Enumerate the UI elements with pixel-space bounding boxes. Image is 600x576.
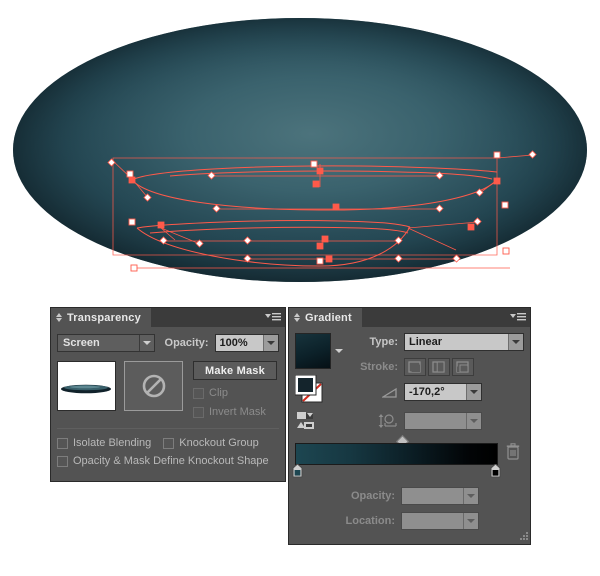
gradient-opacity-input[interactable]	[401, 487, 479, 505]
opacity-value: 100%	[219, 337, 248, 349]
gradient-location-caret-icon[interactable]	[463, 513, 478, 529]
tab-gradient[interactable]: Gradient	[289, 308, 362, 327]
gradient-type-caret-icon[interactable]	[508, 334, 523, 350]
gradient-stop-start[interactable]	[292, 463, 303, 478]
gradient-opacity-label: Opacity:	[350, 490, 395, 502]
transparency-body: Screen Opacity: 100% Make Mask Clip Inve…	[51, 327, 285, 481]
gradient-aspect-caret-icon[interactable]	[466, 413, 481, 429]
panel-grip-icon	[294, 312, 301, 323]
opacity-label: Opacity:	[164, 337, 209, 349]
isolate-blending-checkbox[interactable]	[57, 437, 68, 449]
fill-stroke-swatch[interactable]	[294, 374, 327, 405]
make-mask-label: Make Mask	[205, 364, 265, 377]
isolate-blending-row[interactable]: Isolate Blending	[57, 437, 151, 449]
artwork-svg	[13, 18, 587, 282]
gradient-angle-caret-icon[interactable]	[466, 384, 481, 400]
knockout-group-label: Knockout Group	[179, 437, 259, 449]
panel-menu-icon[interactable]	[510, 312, 526, 323]
opacity-mask-knockout-row[interactable]: Opacity & Mask Define Knockout Shape	[57, 455, 269, 467]
blend-mode-value: Screen	[63, 337, 100, 349]
stroke-label: Stroke:	[360, 361, 398, 373]
resize-grip-icon[interactable]	[518, 532, 528, 542]
trash-icon[interactable]	[502, 443, 524, 460]
ellipse-shading-overlay	[13, 18, 587, 282]
gradient-swatch[interactable]	[295, 333, 331, 369]
gradient-opacity-value	[402, 488, 463, 504]
knockout-group-row[interactable]: Knockout Group	[163, 437, 259, 449]
blend-mode-caret-icon[interactable]	[138, 335, 154, 351]
artwork-thumbnail[interactable]	[57, 361, 116, 411]
tab-transparency-label: Transparency	[67, 311, 141, 324]
mask-thumbnail[interactable]	[124, 361, 183, 411]
transparency-panel: Transparency Screen Opacity: 100% Make M…	[50, 307, 286, 482]
gradient-angle-input[interactable]: -170,2°	[404, 383, 482, 401]
opacity-mask-knockout-label: Opacity & Mask Define Knockout Shape	[73, 455, 269, 467]
gradient-aspect-value	[405, 413, 466, 429]
stroke-along-icon[interactable]	[428, 358, 450, 376]
clip-row[interactable]: Clip	[193, 387, 277, 399]
gradient-type-select[interactable]: Linear	[404, 333, 524, 351]
tab-gradient-label: Gradient	[305, 311, 352, 324]
clip-label: Clip	[209, 387, 228, 399]
opacity-mask-knockout-checkbox[interactable]	[57, 455, 68, 467]
invert-mask-row[interactable]: Invert Mask	[193, 406, 277, 418]
reverse-gradient-icon[interactable]	[295, 411, 347, 431]
gradient-location-label: Location:	[345, 515, 396, 527]
transparency-tabbar: Transparency	[51, 308, 285, 327]
isolate-blending-label: Isolate Blending	[73, 437, 152, 449]
gradient-slider-bar[interactable]	[295, 443, 498, 465]
gradient-stop-end[interactable]	[490, 463, 501, 478]
gradient-type-value: Linear	[409, 336, 443, 348]
knockout-group-checkbox[interactable]	[163, 437, 175, 449]
invert-mask-label: Invert Mask	[209, 406, 266, 418]
clip-checkbox[interactable]	[193, 387, 204, 399]
gradient-swatch-chevron-down-icon[interactable]	[335, 349, 343, 353]
invert-mask-checkbox[interactable]	[193, 406, 204, 418]
tab-transparency[interactable]: Transparency	[51, 308, 151, 327]
gradient-body: Type: Linear Stroke: -170,2° Opacity: Lo…	[289, 327, 530, 544]
illustration-canvas[interactable]	[0, 0, 600, 300]
aspect-ratio-icon	[353, 413, 398, 429]
angle-icon	[353, 386, 398, 399]
gradient-aspect-input[interactable]	[404, 412, 482, 430]
stroke-across-icon[interactable]	[452, 358, 474, 376]
opacity-input[interactable]: 100%	[214, 334, 279, 352]
gradient-opacity-caret-icon[interactable]	[463, 488, 478, 504]
type-label: Type:	[369, 336, 398, 348]
make-mask-button[interactable]: Make Mask	[193, 361, 277, 380]
panel-grip-icon	[56, 312, 63, 323]
gradient-location-input[interactable]	[401, 512, 479, 530]
gradient-tabbar: Gradient	[289, 308, 530, 327]
screenshot-root: Transparency Screen Opacity: 100% Make M…	[0, 0, 600, 576]
gradient-panel: Gradient Type: Linear Stroke: -170,2° Op…	[288, 307, 531, 545]
stroke-within-icon[interactable]	[404, 358, 426, 376]
gradient-angle-value: -170,2°	[409, 386, 445, 398]
gradient-location-value	[402, 513, 463, 529]
opacity-caret-icon[interactable]	[263, 335, 278, 351]
no-mask-icon	[142, 374, 165, 398]
blend-mode-select[interactable]: Screen	[57, 334, 155, 352]
panel-menu-icon[interactable]	[265, 312, 281, 323]
